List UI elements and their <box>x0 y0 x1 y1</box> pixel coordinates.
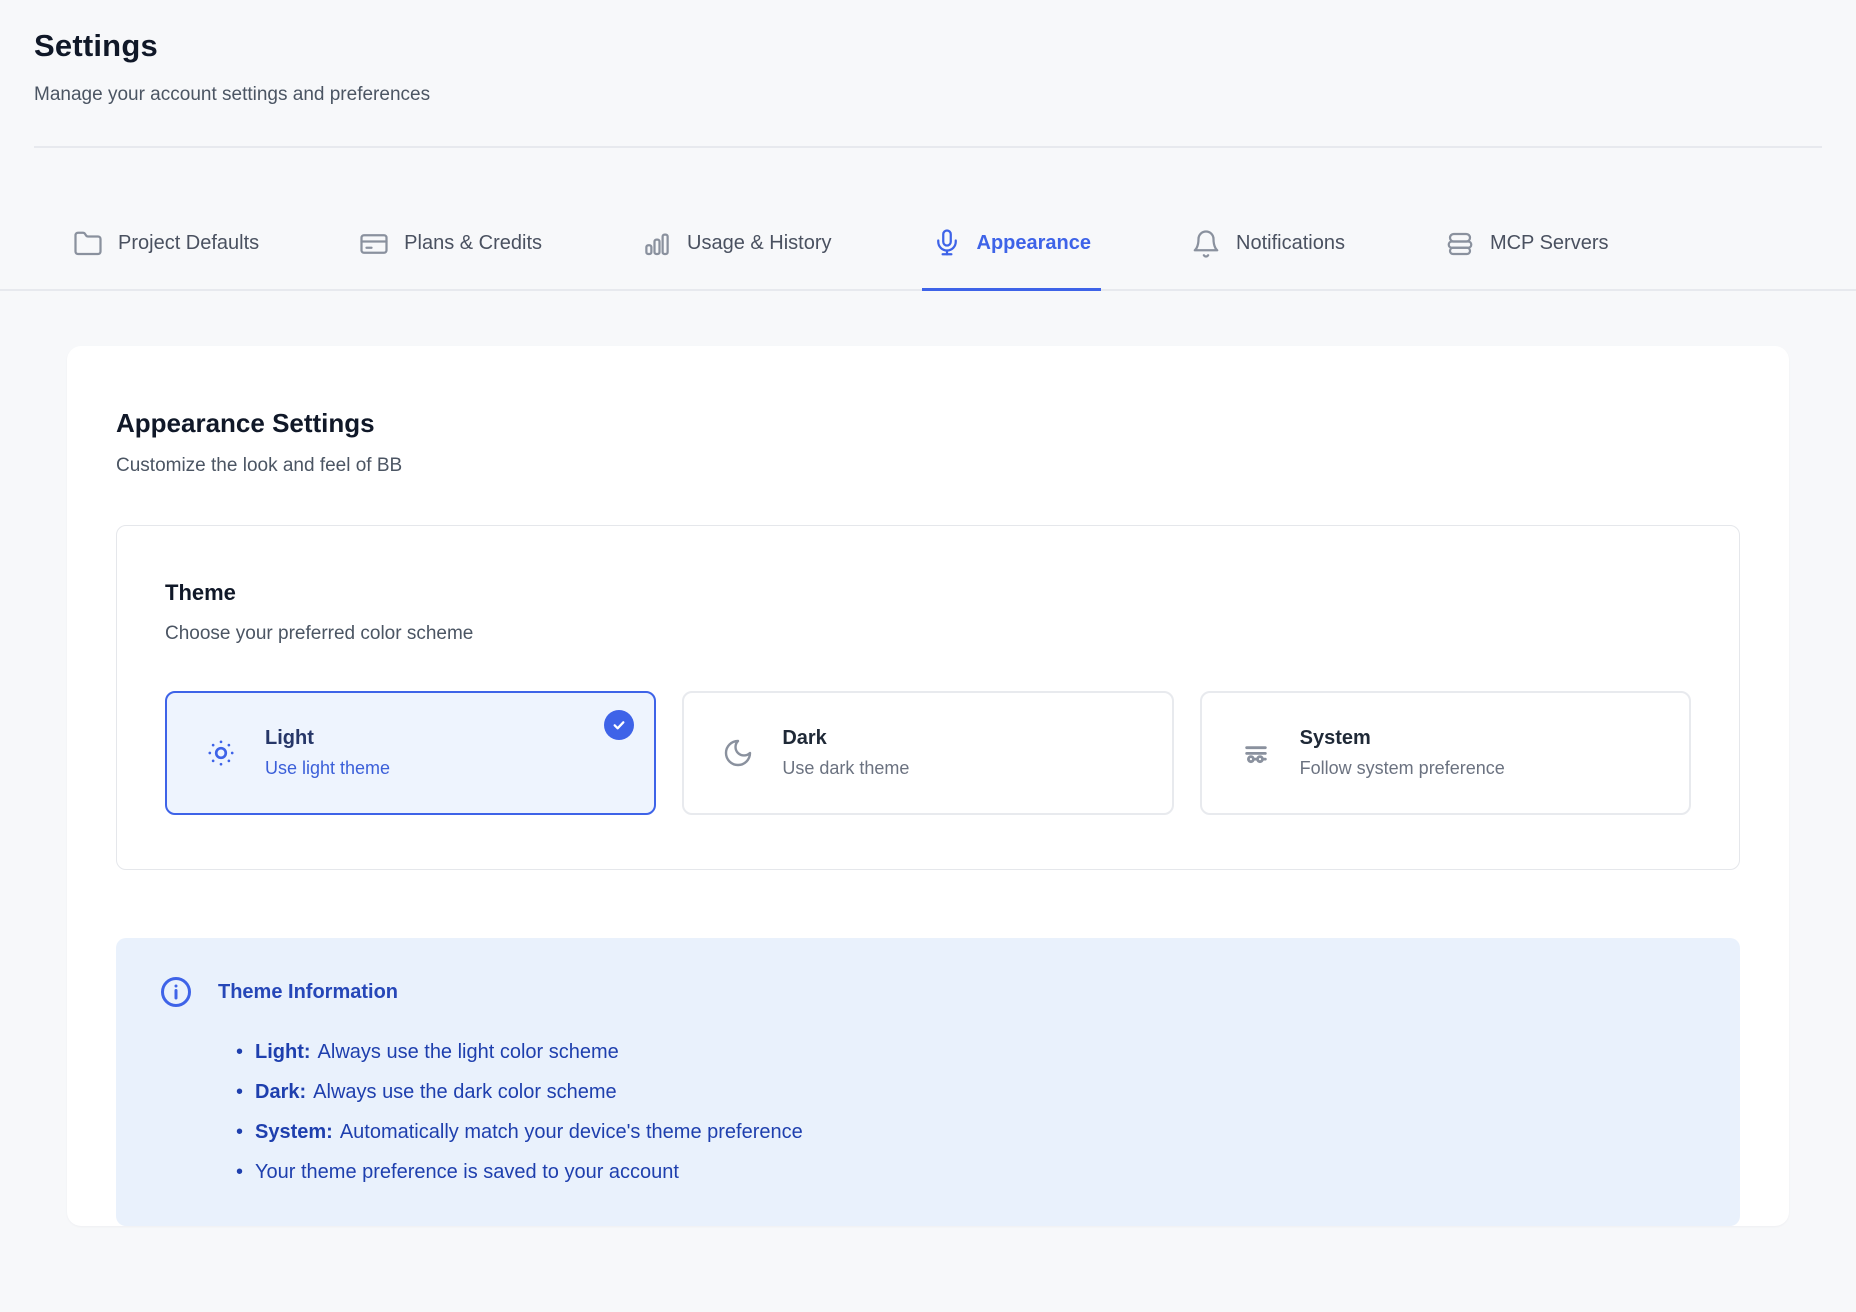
theme-option-label: Dark <box>782 727 909 750</box>
microphone-icon <box>932 228 962 258</box>
tab-appearance[interactable]: Appearance <box>922 228 1102 291</box>
theme-option-system[interactable]: System Follow system preference <box>1200 691 1691 815</box>
settings-tabbar: Project Defaults Plans & Credits Usage &… <box>0 148 1856 291</box>
theme-option-description: Use dark theme <box>782 758 909 779</box>
tab-label: MCP Servers <box>1490 232 1609 255</box>
info-bullet: Your theme preference is saved to your a… <box>236 1152 1692 1192</box>
page-title: Settings <box>34 28 1822 64</box>
appearance-settings-title: Appearance Settings <box>116 408 1740 439</box>
tab-mcp-servers[interactable]: MCP Servers <box>1435 228 1619 289</box>
tab-label: Notifications <box>1236 232 1345 255</box>
theme-information-title: Theme Information <box>218 981 398 1004</box>
credit-card-icon <box>359 229 389 259</box>
theme-information-box: Theme Information Light:Always use the l… <box>116 938 1740 1226</box>
appearance-settings-subtitle: Customize the look and feel of BB <box>116 455 1740 477</box>
theme-option-description: Use light theme <box>265 758 390 779</box>
sun-icon <box>205 737 237 769</box>
theme-option-description: Follow system preference <box>1300 758 1505 779</box>
tab-project-defaults[interactable]: Project Defaults <box>63 228 269 289</box>
theme-option-label: Light <box>265 727 390 750</box>
theme-subtitle: Choose your preferred color scheme <box>165 623 1691 645</box>
tab-usage-history[interactable]: Usage & History <box>632 228 842 289</box>
theme-option-label: System <box>1300 727 1505 750</box>
server-stack-icon <box>1445 229 1475 259</box>
theme-information-list: Light:Always use the light color scheme … <box>158 1032 1692 1192</box>
tab-notifications[interactable]: Notifications <box>1181 228 1355 289</box>
tab-plans-credits[interactable]: Plans & Credits <box>349 228 552 289</box>
tab-label: Usage & History <box>687 232 832 255</box>
info-bullet: System:Automatically match your device's… <box>236 1112 1692 1152</box>
theme-options: Light Use light theme Dark Use dark them… <box>165 691 1691 815</box>
sliders-icon <box>1240 737 1272 769</box>
theme-section: Theme Choose your preferred color scheme… <box>116 525 1740 870</box>
tab-label: Plans & Credits <box>404 232 542 255</box>
page-subtitle: Manage your account settings and prefere… <box>34 84 1822 106</box>
theme-title: Theme <box>165 580 1691 606</box>
tab-label: Project Defaults <box>118 232 259 255</box>
selected-check-icon <box>604 710 634 740</box>
theme-option-light[interactable]: Light Use light theme <box>165 691 656 815</box>
info-bullet: Light:Always use the light color scheme <box>236 1032 1692 1072</box>
page-header: Settings Manage your account settings an… <box>0 0 1856 106</box>
bar-chart-icon <box>642 229 672 259</box>
folder-icon <box>73 229 103 259</box>
theme-option-dark[interactable]: Dark Use dark theme <box>682 691 1173 815</box>
moon-icon <box>722 737 754 769</box>
bell-icon <box>1191 229 1221 259</box>
tab-label: Appearance <box>977 232 1092 255</box>
info-bullet: Dark:Always use the dark color scheme <box>236 1072 1692 1112</box>
appearance-settings-card: Appearance Settings Customize the look a… <box>67 346 1789 1226</box>
info-icon <box>158 974 194 1010</box>
